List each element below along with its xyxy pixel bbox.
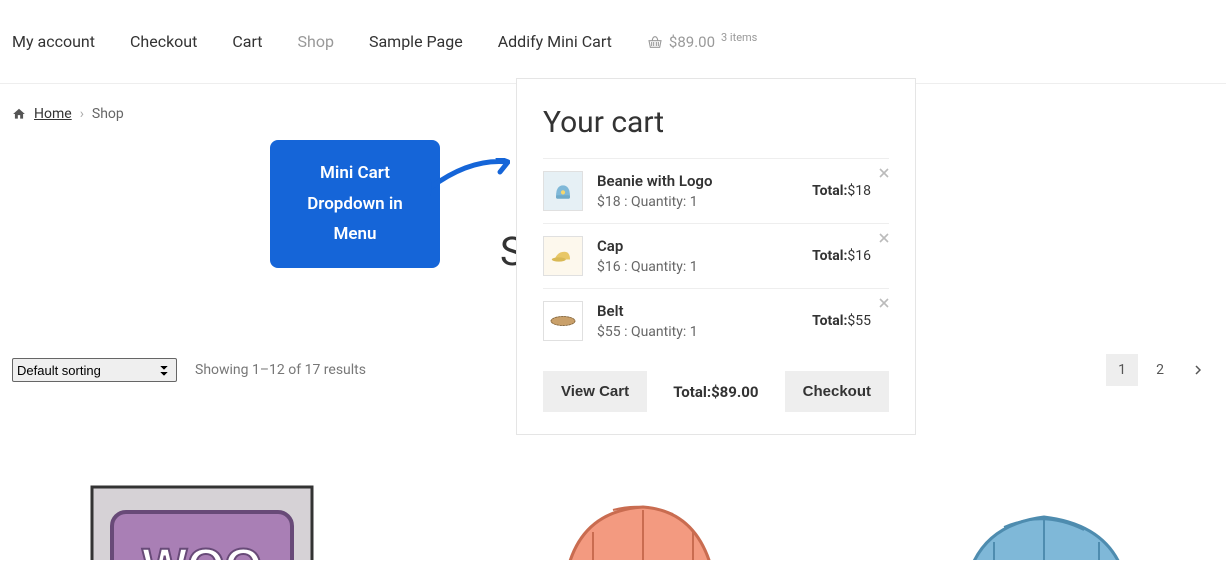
breadcrumb-current: Shop bbox=[92, 106, 124, 122]
page-1[interactable]: 1 bbox=[1106, 354, 1138, 386]
cart-item: Beanie with Logo $18 : Quantity: 1 Total… bbox=[543, 158, 889, 224]
cart-item-thumb bbox=[543, 236, 583, 276]
nav-checkout[interactable]: Checkout bbox=[130, 32, 197, 51]
callout-line: Mini Cart bbox=[298, 158, 412, 189]
cart-item-total: Total:$55 bbox=[812, 313, 871, 329]
cart-item: Belt $55 : Quantity: 1 Total:$55 bbox=[543, 289, 889, 353]
basket-icon bbox=[647, 35, 663, 49]
cart-item-meta: $55 : Quantity: 1 bbox=[597, 324, 798, 340]
home-icon bbox=[12, 107, 26, 121]
chevron-right-icon bbox=[1195, 365, 1201, 375]
cart-item-name: Belt bbox=[597, 302, 798, 320]
callout-box: Mini Cart Dropdown in Menu bbox=[270, 140, 440, 268]
cart-item: Cap $16 : Quantity: 1 Total:$16 bbox=[543, 224, 889, 289]
breadcrumb-separator: › bbox=[80, 106, 84, 122]
callout-line: Menu bbox=[298, 219, 412, 250]
nav-my-account[interactable]: My account bbox=[12, 32, 95, 51]
close-icon bbox=[879, 168, 889, 178]
main-nav: My account Checkout Cart Shop Sample Pag… bbox=[0, 0, 1226, 84]
mini-cart-dropdown: Your cart Beanie with Logo $18 : Quantit… bbox=[516, 78, 916, 435]
product-image: WOO bbox=[12, 432, 391, 560]
cart-item-meta: $18 : Quantity: 1 bbox=[597, 194, 798, 210]
nav-sample-page[interactable]: Sample Page bbox=[369, 32, 463, 51]
cart-summary-link[interactable]: $89.00 3 items bbox=[647, 33, 757, 51]
product-card[interactable] bbox=[423, 432, 802, 560]
product-image bbox=[423, 432, 802, 560]
cart-item-thumb bbox=[543, 171, 583, 211]
nav-cart[interactable]: Cart bbox=[232, 32, 262, 51]
cart-item-thumb bbox=[543, 301, 583, 341]
cart-summary-count: 3 items bbox=[721, 31, 757, 44]
nav-addify-mini-cart[interactable]: Addify Mini Cart bbox=[498, 32, 612, 51]
cart-item-remove-button[interactable] bbox=[879, 295, 889, 311]
result-count: Showing 1–12 of 17 results bbox=[195, 362, 366, 378]
close-icon bbox=[879, 233, 889, 243]
cart-summary-total: $89.00 bbox=[669, 33, 715, 51]
checkout-button[interactable]: Checkout bbox=[785, 371, 889, 412]
close-icon bbox=[879, 298, 889, 308]
cart-actions: View Cart Total:$89.00 Checkout bbox=[543, 371, 889, 412]
cart-item-remove-button[interactable] bbox=[879, 230, 889, 246]
cart-item-total: Total:$18 bbox=[812, 183, 871, 199]
nav-shop[interactable]: Shop bbox=[298, 32, 334, 51]
cart-item-total: Total:$16 bbox=[812, 248, 871, 264]
breadcrumb-home[interactable]: Home bbox=[34, 106, 72, 122]
view-cart-button[interactable]: View Cart bbox=[543, 371, 647, 412]
product-card[interactable]: WOO bbox=[12, 432, 391, 560]
svg-text:WOO: WOO bbox=[142, 540, 262, 560]
page-next[interactable] bbox=[1182, 354, 1214, 386]
page-2[interactable]: 2 bbox=[1144, 354, 1176, 386]
cart-grand-total: Total:$89.00 bbox=[673, 383, 758, 401]
cart-item-name: Beanie with Logo bbox=[597, 172, 798, 190]
callout-annotation: Mini Cart Dropdown in Menu bbox=[270, 140, 440, 268]
mini-cart-title: Your cart bbox=[543, 105, 889, 140]
callout-line: Dropdown in bbox=[298, 189, 412, 220]
callout-pointer-icon bbox=[430, 158, 510, 198]
sort-select[interactable]: Default sorting bbox=[12, 358, 177, 382]
product-card[interactable] bbox=[835, 432, 1214, 560]
pagination: 1 2 bbox=[1106, 354, 1214, 386]
cart-item-remove-button[interactable] bbox=[879, 165, 889, 181]
cart-item-meta: $16 : Quantity: 1 bbox=[597, 259, 798, 275]
cart-item-name: Cap bbox=[597, 237, 798, 255]
product-image bbox=[835, 432, 1214, 560]
